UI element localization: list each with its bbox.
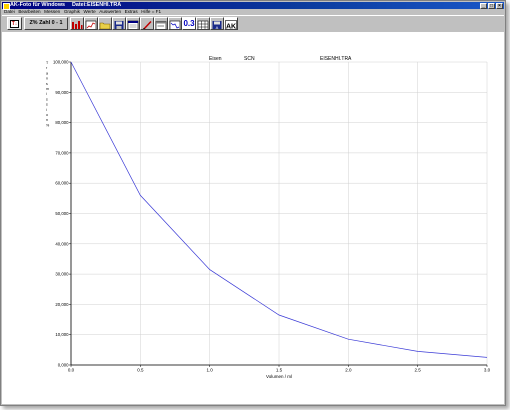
app-title: AK-Foto für Windows <box>10 2 66 8</box>
y-tick-label: 40,000 <box>55 241 69 246</box>
bars-icon <box>72 21 83 29</box>
layout-icon <box>197 20 209 29</box>
line-chart: Eisen SCN EISENHI.TRA 0,00010,00020,0003… <box>46 56 491 379</box>
y-tick-label: 50,000 <box>55 211 69 216</box>
title-bar: AK-Foto für Windows Datei:EISENHI.TRA _ … <box>2 2 504 10</box>
chart-button[interactable] <box>84 17 98 30</box>
grid-lines <box>70 61 488 366</box>
window-button[interactable] <box>154 17 168 30</box>
x-tick-label: 0.0 <box>68 368 75 373</box>
open-folder-icon <box>99 22 111 29</box>
header-substance: Eisen <box>209 56 222 62</box>
y-tick-label: 90,000 <box>55 90 69 95</box>
table-button[interactable] <box>196 17 210 30</box>
dialog-icon <box>127 20 139 29</box>
bars-button[interactable] <box>70 17 84 30</box>
logo-icon: T↓ <box>10 20 19 28</box>
ak-label: AK <box>226 23 236 30</box>
x-axis-label: Volumen / ml <box>266 374 292 379</box>
y-tick-label: 20,000 <box>55 302 69 307</box>
x-tick-label: 3.0 <box>484 368 491 373</box>
ak-icon: AK <box>225 20 237 30</box>
x-tick-label: 0.5 <box>137 368 144 373</box>
x-tick-label: 2.0 <box>345 368 352 373</box>
x-tick-label: 1.5 <box>276 368 283 373</box>
file-title: Datei:EISENHI.TRA <box>72 2 122 8</box>
chart-canvas: Eisen SCN EISENHI.TRA 0,000 10,000 20,000 3… <box>2 32 504 404</box>
dialog-button[interactable] <box>126 17 140 30</box>
grid-button[interactable] <box>168 17 182 30</box>
y-tick-label: 30,000 <box>55 272 69 277</box>
save-button[interactable] <box>112 17 126 30</box>
open-button[interactable] <box>98 17 112 30</box>
pen-icon <box>142 20 152 29</box>
grid-icon <box>169 20 181 29</box>
svg-text:A: A <box>216 25 219 30</box>
x-tick-labels: 0.0 0.5 1.0 1.5 2.0 2.5 3.0 <box>68 368 491 373</box>
header-reagent: SCN <box>244 56 255 62</box>
app-window: AK-Foto für Windows Datei:EISENHI.TRA _ … <box>0 0 506 406</box>
y-tick-labels: 0,00010,00020,00030,00040,00050,00060,00… <box>53 60 69 368</box>
chart-icon <box>85 20 97 29</box>
header-file: EISENHI.TRA <box>320 56 352 62</box>
ak-button[interactable]: AK <box>224 17 238 30</box>
x-tick-label: 1.0 <box>207 368 214 373</box>
x-tick-label: 2.5 <box>415 368 422 373</box>
y-tick-label: 10,000 <box>55 332 69 337</box>
toolbar: T↓ Z% Zahl 0 - 1 0.3 A AK <box>2 15 504 33</box>
y-tick-label: 70,000 <box>55 150 69 155</box>
axes <box>69 61 488 367</box>
save-disk-icon <box>114 21 124 29</box>
y-tick-label: 60,000 <box>55 181 69 186</box>
y-tick-label: 100,000 <box>53 60 69 65</box>
window-icon <box>155 21 167 29</box>
zoom-button[interactable]: 0.3 <box>182 17 196 30</box>
disk-icon: A <box>212 21 222 30</box>
page-button[interactable]: A <box>210 17 224 30</box>
zahl-button[interactable]: Z% Zahl 0 - 1 <box>24 17 68 30</box>
pen-button[interactable] <box>140 17 154 30</box>
logo-button[interactable]: T↓ <box>7 17 22 30</box>
y-axis-label: Tr a n s m is s io n% <box>46 61 50 127</box>
y-tick-label: 80,000 <box>55 120 69 125</box>
